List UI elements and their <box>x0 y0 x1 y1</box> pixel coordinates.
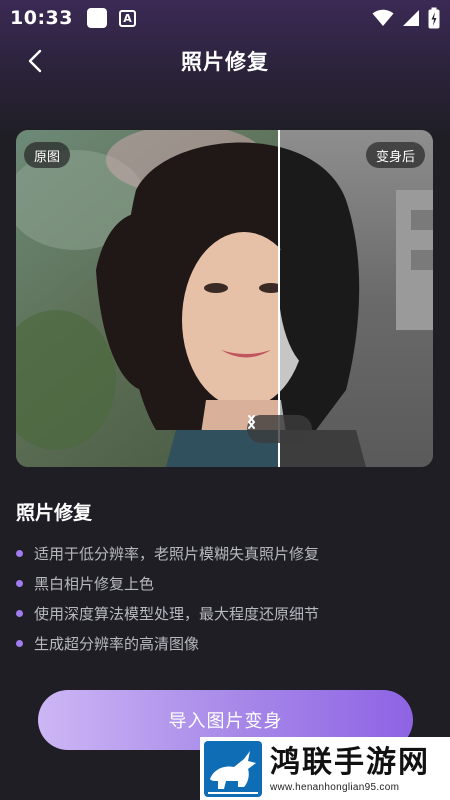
bullet-icon <box>16 549 23 557</box>
nav-bar: 照片修复 <box>0 38 450 84</box>
status-indicators <box>372 7 440 29</box>
watermark-url: www.henanhonglian95.com <box>270 782 400 793</box>
feature-text: 黑白相片修复上色 <box>34 574 155 593</box>
result-badge: 变身后 <box>365 142 425 168</box>
status-bar: 10:33 A <box>0 0 450 36</box>
section-title: 照片修复 <box>16 502 93 524</box>
bull-logo-icon <box>208 750 258 794</box>
list-item: 使用深度算法模型处理，最大程度还原细节 <box>16 598 319 628</box>
chevron-right-icon <box>248 415 255 429</box>
notification-icon <box>86 8 107 28</box>
watermark-logo <box>204 740 262 797</box>
page-title: 照片修复 <box>181 50 269 74</box>
keyboard-a-icon: A <box>118 9 136 27</box>
original-badge: 原图 <box>24 142 71 168</box>
feature-text: 适用于低分辨率，老照片模糊失真照片修复 <box>34 544 320 563</box>
watermark-brand: 鸿联手游网 <box>270 745 430 780</box>
list-item: 适用于低分辨率，老照片模糊失真照片修复 <box>16 538 319 568</box>
feature-text: 生成超分辨率的高清图像 <box>34 634 200 653</box>
back-button[interactable] <box>20 46 50 76</box>
wifi-icon <box>372 9 394 26</box>
feature-list: 适用于低分辨率，老照片模糊失真照片修复 黑白相片修复上色 使用深度算法模型处理，… <box>16 538 319 658</box>
before-after-compare[interactable]: 原图 变身后 <box>16 130 433 467</box>
chevron-left-icon <box>28 49 42 73</box>
site-watermark: 鸿联手游网 www.henanhonglian95.com <box>200 737 450 800</box>
bullet-icon <box>16 639 23 647</box>
portrait-photo <box>16 130 433 467</box>
list-item: 黑白相片修复上色 <box>16 568 319 598</box>
battery-icon <box>428 7 440 29</box>
status-time: 10:33 <box>10 7 73 29</box>
list-item: 生成超分辨率的高清图像 <box>16 628 319 658</box>
bullet-icon <box>16 579 23 587</box>
feature-text: 使用深度算法模型处理，最大程度还原细节 <box>34 604 320 623</box>
bullet-icon <box>16 609 23 617</box>
compare-slider-handle[interactable] <box>247 415 312 443</box>
signal-icon <box>403 10 419 26</box>
